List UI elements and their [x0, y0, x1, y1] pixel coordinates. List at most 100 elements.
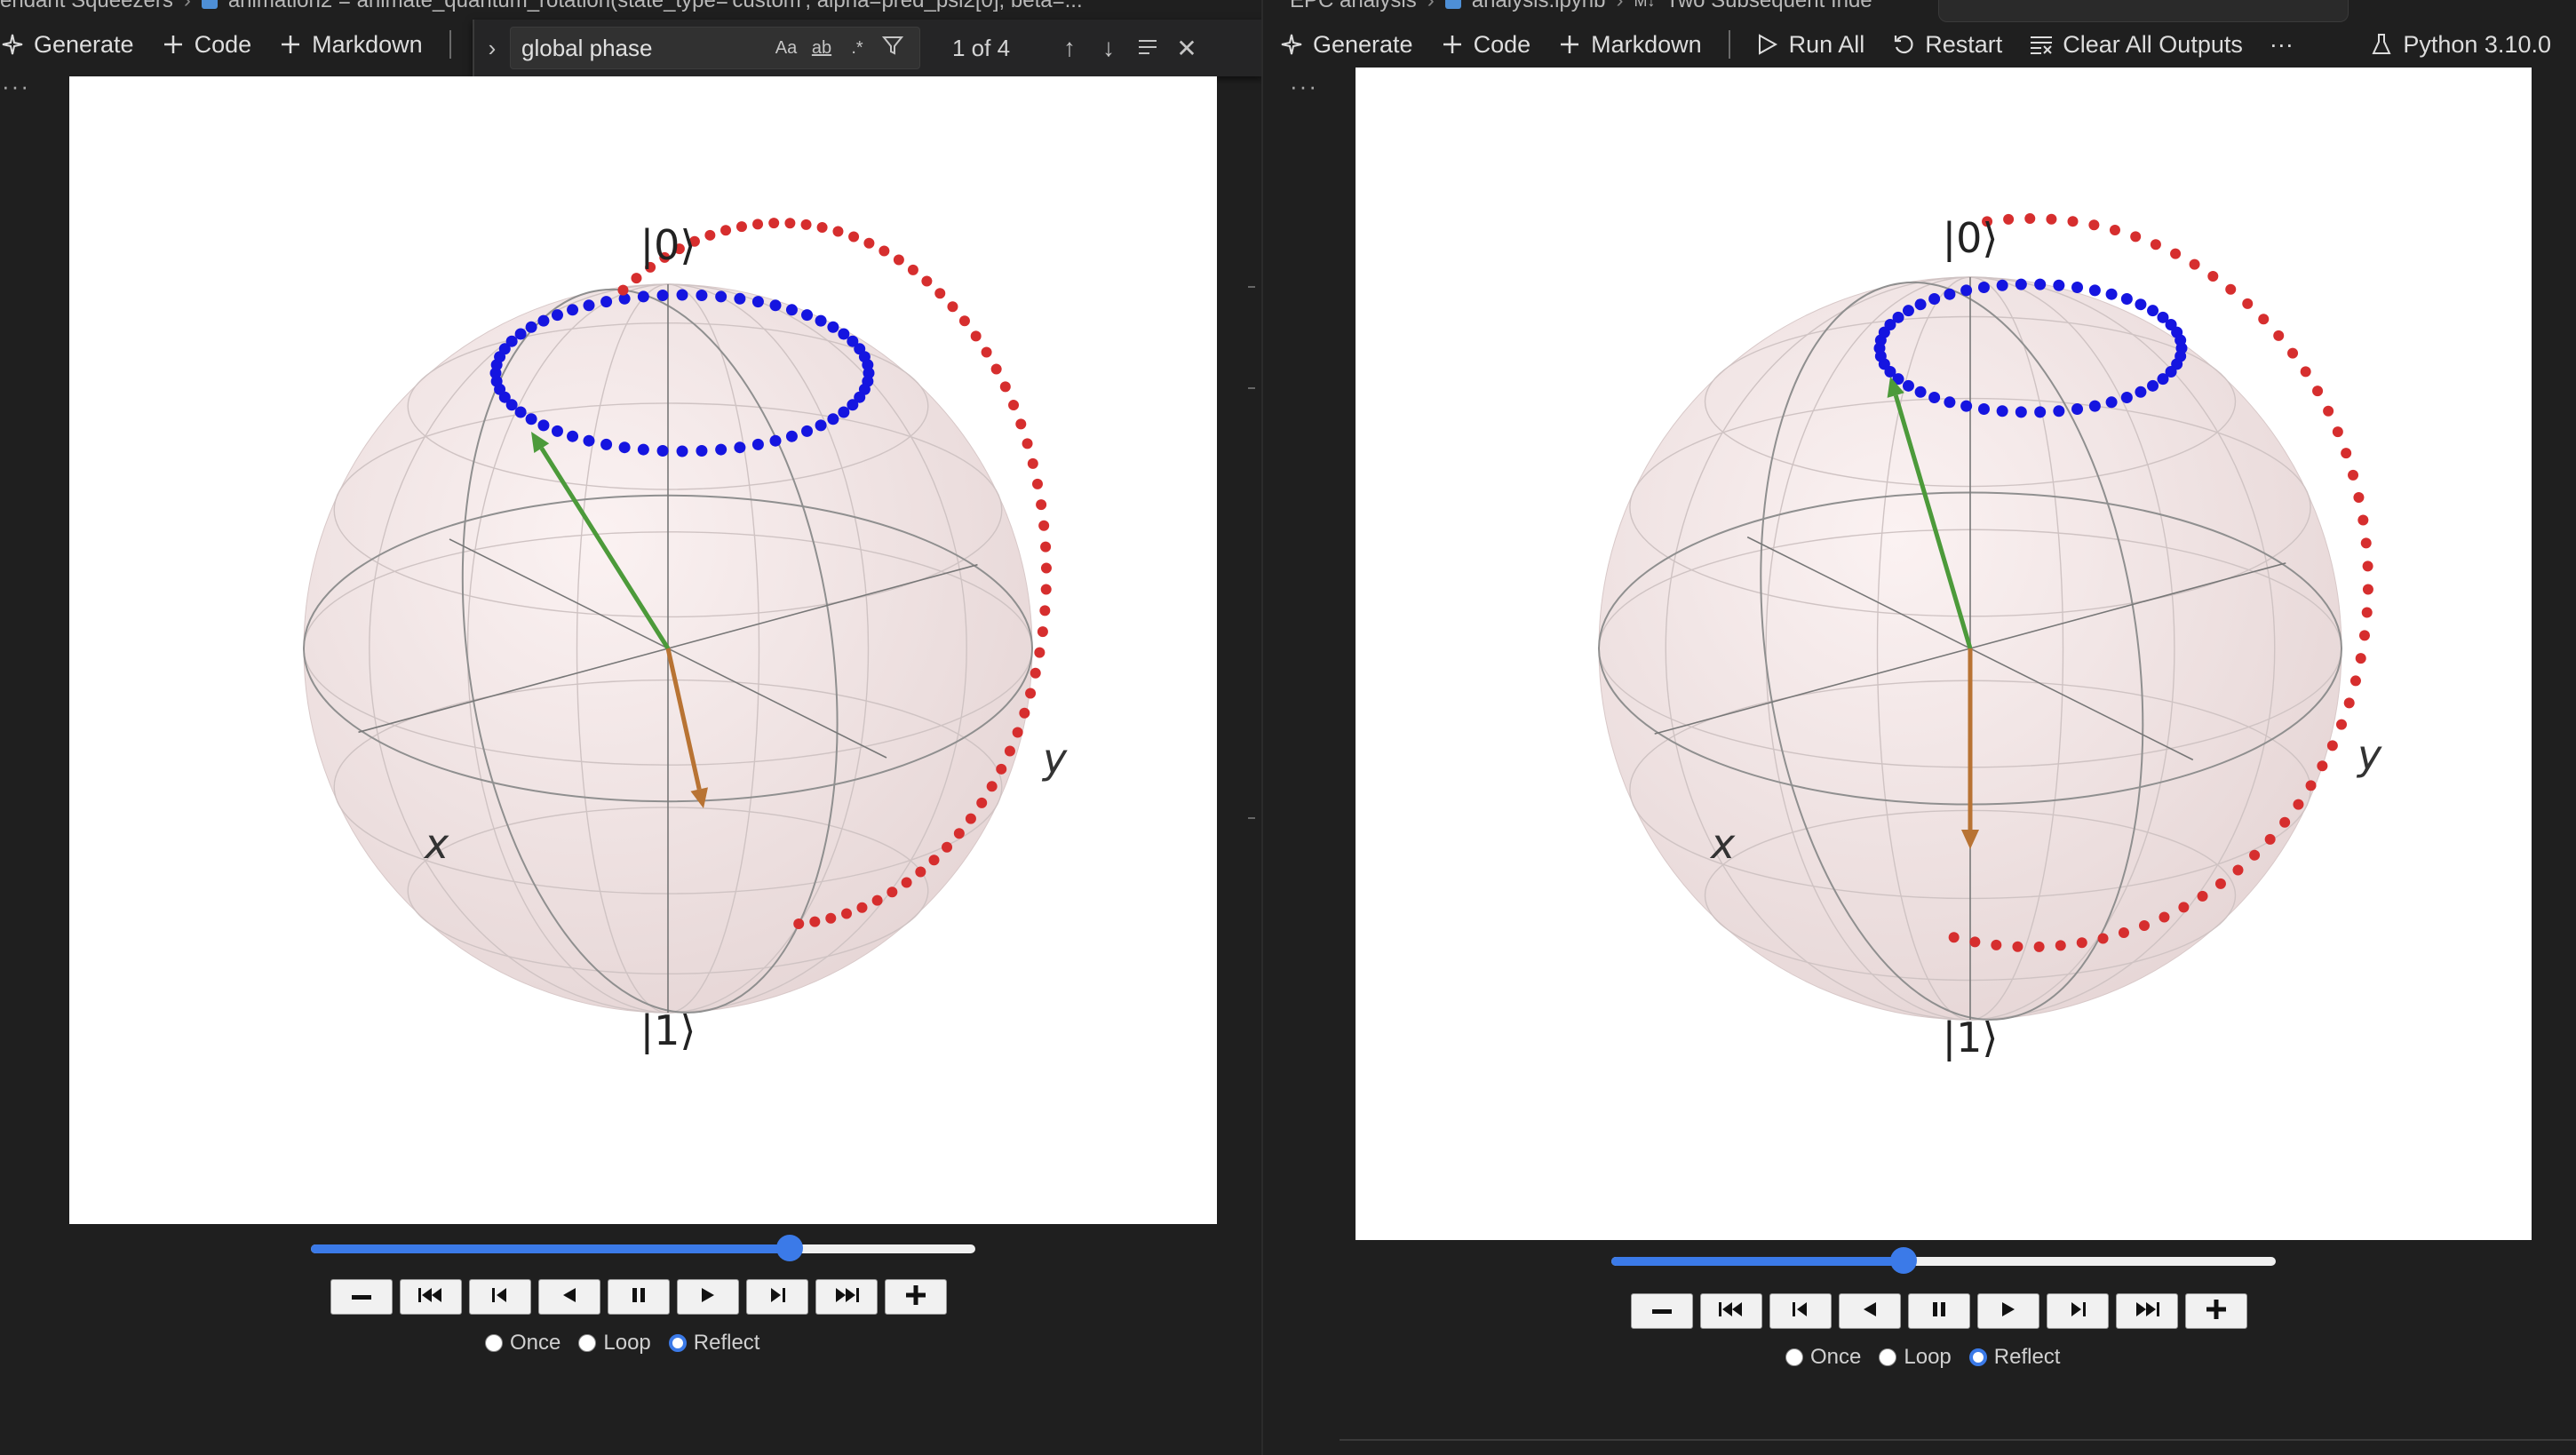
breadcrumb-item[interactable]: analysis.ipynb: [1472, 0, 1606, 13]
radio-circle[interactable]: [485, 1334, 503, 1352]
add-code-button[interactable]: Code: [161, 31, 251, 59]
slider-thumb[interactable]: [1890, 1247, 1918, 1274]
first-frame-button[interactable]: [1700, 1293, 1762, 1329]
slower-minus-button[interactable]: [330, 1279, 393, 1315]
breadcrumb-item[interactable]: endant Squeezers: [0, 0, 173, 13]
loop-radio[interactable]: Loop: [1879, 1345, 1952, 1370]
reflect-radio[interactable]: Reflect: [668, 1331, 759, 1356]
add-markdown-button[interactable]: Markdown: [1557, 31, 1702, 59]
blue-trajectory-point: [537, 419, 550, 432]
more-toolbar-actions-icon[interactable]: ···: [2270, 31, 2294, 59]
blue-trajectory-point: [525, 321, 537, 333]
toolbar-divider: [449, 30, 451, 59]
blue-trajectory-point: [815, 419, 827, 432]
whole-word-icon[interactable]: ab: [804, 38, 839, 59]
first-frame-button[interactable]: [400, 1279, 462, 1315]
breadcrumb-item[interactable]: animation2 = animate_quantum_rotation(st…: [228, 0, 1083, 13]
red-trajectory-point: [800, 219, 812, 230]
once-label: Once: [1810, 1345, 1862, 1369]
red-trajectory-point: [863, 237, 875, 249]
red-trajectory-point: [2067, 216, 2079, 227]
previous-frame-button[interactable]: [469, 1279, 531, 1315]
play-button[interactable]: [677, 1279, 739, 1315]
faster-plus-button[interactable]: [885, 1279, 947, 1315]
slider-thumb[interactable]: [775, 1235, 803, 1261]
find-in-selection-icon[interactable]: [1128, 34, 1167, 62]
play-reverse-button[interactable]: [538, 1279, 600, 1315]
generate-button[interactable]: Generate: [1279, 31, 1413, 59]
reflect-radio[interactable]: Reflect: [1968, 1345, 2060, 1370]
play-button[interactable]: [1977, 1293, 2039, 1329]
play-reverse-button[interactable]: [1839, 1293, 1901, 1329]
regex-icon[interactable]: .*: [839, 38, 875, 59]
blue-trajectory-point: [1996, 279, 2008, 291]
clear-all-outputs-button[interactable]: Clear All Outputs: [2029, 31, 2243, 59]
previous-match-arrow-up-icon[interactable]: ↑: [1050, 34, 1089, 62]
blue-trajectory-point: [2174, 334, 2187, 346]
slider-fill: [1611, 1257, 1904, 1266]
find-input[interactable]: [520, 33, 768, 63]
red-trajectory-point: [1034, 647, 1046, 658]
blue-trajectory-point: [2135, 386, 2147, 398]
y-axis-label: y: [2356, 731, 2382, 779]
red-trajectory-point: [2055, 940, 2066, 951]
slower-minus-button[interactable]: [1631, 1293, 1693, 1329]
kernel-picker[interactable]: Python 3.10.0: [2369, 18, 2551, 71]
blue-trajectory-point: [1944, 288, 1956, 300]
red-trajectory-point: [1015, 418, 1027, 430]
once-radio[interactable]: Once: [485, 1331, 561, 1356]
frame-slider[interactable]: [1611, 1247, 2276, 1274]
step-back-icon: [490, 1286, 510, 1308]
blue-trajectory-point: [2105, 288, 2118, 300]
add-code-button[interactable]: Code: [1440, 31, 1530, 59]
close-icon[interactable]: ✕: [1167, 34, 1206, 63]
breadcrumb-item[interactable]: EPC analysis: [1290, 0, 1417, 13]
blue-trajectory-point: [2147, 305, 2159, 317]
blue-trajectory-point: [801, 425, 814, 437]
play-icon: [698, 1286, 718, 1308]
blue-trajectory-point: [838, 328, 850, 340]
once-radio[interactable]: Once: [1785, 1345, 1861, 1370]
more-actions-icon[interactable]: ···: [2, 73, 30, 100]
match-case-icon[interactable]: Aa: [768, 38, 804, 59]
overview-ruler-mark: [1248, 286, 1255, 288]
pause-button[interactable]: [1908, 1293, 1970, 1329]
more-actions-icon[interactable]: ···: [1290, 73, 1318, 100]
next-frame-button[interactable]: [2047, 1293, 2109, 1329]
red-trajectory-point: [832, 226, 844, 237]
red-trajectory-point: [2336, 719, 2348, 730]
next-match-arrow-down-icon[interactable]: ↓: [1089, 34, 1128, 62]
breadcrumb-item[interactable]: Two Subsequent Inde: [1666, 0, 1872, 13]
red-trajectory-point: [907, 264, 918, 275]
last-frame-button[interactable]: [815, 1279, 878, 1315]
red-trajectory-point: [2214, 878, 2226, 889]
pause-button[interactable]: [608, 1279, 670, 1315]
run-all-icon: [1755, 32, 1780, 57]
add-markdown-button[interactable]: Markdown: [278, 31, 423, 59]
bloch-sphere-figure: |0⟩ |1⟩ x y: [1356, 68, 2532, 1240]
skip-first-icon: [1718, 1300, 1745, 1323]
generate-button[interactable]: Generate: [0, 31, 134, 59]
blue-trajectory-point: [514, 406, 527, 418]
last-frame-button[interactable]: [2116, 1293, 2178, 1329]
red-trajectory-point: [1036, 499, 1047, 511]
previous-frame-button[interactable]: [1769, 1293, 1832, 1329]
toggle-replace-chevron-icon[interactable]: ›: [474, 35, 510, 62]
radio-circle[interactable]: [1785, 1348, 1803, 1366]
radio-circle[interactable]: [1879, 1348, 1897, 1366]
radio-circle[interactable]: [578, 1334, 597, 1352]
radio-circle[interactable]: [1968, 1348, 1987, 1366]
radio-circle[interactable]: [668, 1334, 687, 1352]
loop-radio[interactable]: Loop: [578, 1331, 651, 1356]
blue-trajectory-point: [676, 445, 688, 457]
red-trajectory-point: [2312, 386, 2324, 397]
frame-slider[interactable]: [311, 1235, 975, 1261]
restart-button[interactable]: Restart: [1891, 31, 2002, 59]
faster-plus-button[interactable]: [2185, 1293, 2247, 1329]
next-frame-button[interactable]: [746, 1279, 808, 1315]
blue-trajectory-point: [2120, 293, 2133, 306]
red-trajectory-point: [816, 222, 828, 234]
run-all-button[interactable]: Run All: [1755, 31, 1864, 59]
filter-icon[interactable]: [875, 35, 910, 61]
red-trajectory-point: [1019, 707, 1030, 719]
